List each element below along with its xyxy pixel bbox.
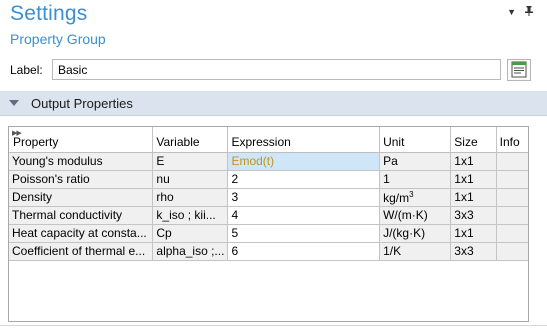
label-row: Label: (0, 59, 547, 81)
unit-cell: kg/m3 (379, 188, 452, 207)
unit-cell: Pa (379, 152, 452, 171)
unit-cell: J/(kg·K) (379, 224, 452, 243)
next-section-divider (0, 325, 547, 333)
expression-cell[interactable]: 4 (227, 206, 381, 225)
window-controls: ▼ (507, 6, 533, 18)
expand-columns-icon[interactable]: ▶▶ (12, 129, 22, 137)
expression-cell[interactable]: 6 (227, 242, 381, 261)
variable-cell: nu (152, 170, 229, 189)
info-cell (496, 242, 528, 261)
label-caption: Label: (10, 63, 43, 77)
property-group-subtitle: Property Group (10, 31, 106, 47)
column-header-variable[interactable]: Variable (152, 127, 229, 153)
info-cell (496, 188, 528, 207)
column-header-size[interactable]: Size (450, 127, 497, 153)
column-header-expression[interactable]: Expression (227, 127, 381, 153)
info-cell (496, 152, 528, 171)
column-header-property[interactable]: ▶▶ Property (9, 127, 154, 153)
table-row[interactable]: Density rho 3 kg/m3 1x1 (9, 188, 528, 207)
expression-cell[interactable]: 5 (227, 224, 381, 243)
unit-base-text: kg/m (383, 190, 410, 205)
info-cell (496, 224, 528, 243)
size-cell: 1x1 (450, 152, 497, 171)
variable-cell: E (152, 152, 229, 171)
info-cell (496, 170, 528, 189)
size-cell: 1x1 (450, 188, 497, 207)
info-cell (496, 206, 528, 225)
table-header-row: ▶▶ Property Variable Expression Unit Siz… (9, 127, 528, 153)
property-cell: Thermal conductivity (9, 206, 154, 225)
collapse-arrow-icon[interactable] (9, 100, 19, 106)
chevron-down-icon[interactable]: ▼ (507, 7, 516, 17)
size-cell: 1x1 (450, 170, 497, 189)
section-title: Output Properties (31, 96, 133, 111)
unit-cell: 1 (379, 170, 452, 189)
expression-cell[interactable]: Emod(t) (227, 152, 381, 171)
size-cell: 3x3 (450, 242, 497, 261)
output-properties-section[interactable]: Output Properties (0, 91, 547, 116)
notes-button[interactable] (507, 59, 531, 81)
unit-cell: W/(m·K) (379, 206, 452, 225)
table-row[interactable]: Heat capacity at consta... Cp 5 J/(kg·K)… (9, 224, 528, 243)
expression-cell[interactable]: 3 (227, 188, 381, 207)
variable-cell: alpha_iso ;... (152, 242, 229, 261)
variable-cell: k_iso ; kii... (152, 206, 229, 225)
property-cell: Density (9, 188, 154, 207)
pin-icon[interactable] (525, 6, 533, 18)
property-cell: Young's modulus (9, 152, 154, 171)
table-row[interactable]: Thermal conductivity k_iso ; kii... 4 W/… (9, 206, 528, 225)
property-cell: Coefficient of thermal e... (9, 242, 154, 261)
size-cell: 3x3 (450, 206, 497, 225)
table-row[interactable]: Young's modulus E Emod(t) Pa 1x1 (9, 152, 528, 171)
variable-cell: Cp (152, 224, 229, 243)
unit-cell: 1/K (379, 242, 452, 261)
expression-cell[interactable]: 2 (227, 170, 381, 189)
column-header-unit[interactable]: Unit (379, 127, 452, 153)
size-cell: 1x1 (450, 224, 497, 243)
variable-cell: rho (152, 188, 229, 207)
table-row[interactable]: Poisson's ratio nu 2 1 1x1 (9, 170, 528, 189)
label-input[interactable] (52, 59, 501, 80)
unit-exponent: 3 (409, 189, 414, 199)
notes-icon (511, 61, 527, 78)
property-cell: Heat capacity at consta... (9, 224, 154, 243)
table-row[interactable]: Coefficient of thermal e... alpha_iso ;.… (9, 242, 528, 261)
output-properties-table: ▶▶ Property Variable Expression Unit Siz… (8, 126, 529, 322)
settings-title: Settings (10, 2, 88, 25)
property-cell: Poisson's ratio (9, 170, 154, 189)
column-header-info[interactable]: Info (496, 127, 528, 153)
